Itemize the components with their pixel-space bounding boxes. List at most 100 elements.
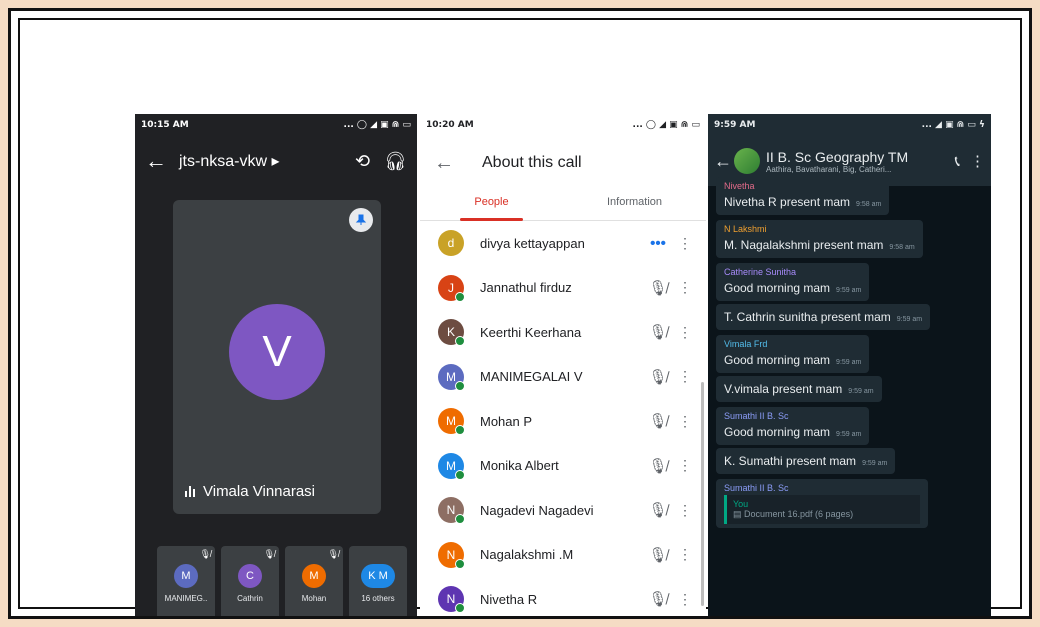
add-call-icon[interactable]: 📞︎ [955, 153, 960, 170]
online-dot [455, 558, 465, 569]
participant-thumbnails: 🎙︎̸ M MANIMEG.. 🎙︎̸ C Cathrin 🎙︎̸ M Moha… [157, 546, 407, 616]
participant-avatar: N [438, 497, 465, 525]
tab-information[interactable]: Information [563, 190, 706, 220]
participant-avatar: M [438, 408, 465, 436]
participant-avatar: V [229, 304, 325, 400]
message-time: 9:59 am [896, 316, 923, 323]
muted-mic-icon: 🎙︎̸ [648, 546, 668, 564]
message-sender: Sumathi II B. Sc [724, 411, 789, 421]
message-time: 9:59 am [836, 359, 862, 366]
participant-avatar: M [438, 363, 465, 391]
message-sender: Catherine Sunitha [724, 267, 797, 277]
participant-row[interactable]: N Nagalakshmi .M 🎙︎̸ ⋮ [420, 533, 706, 578]
outer-frame: 10:15 AM ... ◯ ◢ ▣ ⋒ ▭ ← jts-nksa-vkw ▸ … [8, 8, 1032, 619]
muted-mic-icon: 🎙︎̸ [648, 413, 668, 431]
message-text: Nivetha R present mam [724, 195, 851, 209]
status-time: 10:15 AM [141, 120, 189, 130]
participant-row[interactable]: J Jannathul firduz 🎙︎̸ ⋮ [420, 266, 706, 311]
switch-camera-icon[interactable]: ⟲ [355, 151, 370, 172]
pin-icon[interactable] [349, 208, 373, 232]
participant-name: Mohan P [480, 413, 533, 429]
scrollbar[interactable] [701, 382, 704, 606]
tab-people[interactable]: People [420, 190, 563, 221]
message-bubble[interactable]: N Lakshmi M. Nagalakshmi present mam 9:58 … [716, 220, 923, 258]
group-avatar[interactable] [734, 148, 760, 174]
message-time: 9:59 am [836, 287, 862, 294]
participant-row[interactable]: d divya kettayappan ••• ⋮ [420, 221, 706, 266]
chat-title[interactable]: II B. Sc Geography TM Aathira, Bavathara… [766, 149, 945, 174]
online-dot [455, 514, 465, 525]
thumbnail[interactable]: 🎙︎̸ M Mohan [285, 546, 343, 616]
more-options-icon[interactable]: ⋮ [678, 457, 692, 474]
thumbnail-label: MANIMEG.. [164, 594, 208, 603]
back-arrow-icon[interactable]: ← [714, 151, 732, 172]
status-time: 9:59 AM [714, 120, 756, 130]
message-bubble[interactable]: Vimala Frd Good morning mam 9:59 am [716, 335, 870, 373]
participant-avatar: d [438, 230, 464, 257]
participant-row[interactable]: N Nivetha R 🎙︎̸ ⋮ [420, 577, 706, 616]
online-dot [455, 291, 465, 302]
message-bubble[interactable]: Catherine Sunitha Good morning mam 9:59 am [716, 263, 870, 301]
message-text: Good morning mam [724, 425, 831, 439]
participant-name: Nagadevi Nagadevi [480, 502, 594, 518]
message-sender: Nivetha [724, 181, 755, 191]
more-options-icon[interactable]: ⋮ [678, 591, 692, 608]
more-options-icon[interactable]: ⋮ [678, 279, 692, 296]
message-sender: N Lakshmi [724, 224, 767, 234]
more-options-icon[interactable]: ⋮ [678, 546, 692, 563]
thumbnail[interactable]: 🎙︎̸ C Cathrin [221, 546, 279, 616]
message-bubble[interactable]: Sumathi II B. Sc Good morning mam 9:59 am [716, 407, 870, 445]
participant-name: MANIMEGALAI V [480, 369, 583, 385]
online-dot [455, 425, 465, 436]
document-icon: ▤ [733, 509, 745, 519]
message-time: 9:59 am [836, 431, 862, 438]
participant-name: Nagalakshmi .M [480, 547, 574, 563]
participant-avatar: K [438, 319, 465, 347]
main-participant-tile[interactable]: V Vimala Vinnarasi [173, 200, 381, 514]
muted-mic-icon: 🎙︎̸ [263, 549, 275, 559]
participant-name: Monika Albert [480, 458, 559, 474]
whatsapp-screenshot: 9:59 AM ... ◢ ▣ ⋒ ▭ ϟ ← II B. Sc Geograp… [708, 114, 991, 616]
quoted-message[interactable]: You ▤ Document 16.pdf (6 pages) [724, 495, 920, 524]
message-bubble[interactable]: Sumathi II B. Sc You ▤ Document 16.pdf (… [716, 479, 928, 528]
participant-avatar: N [438, 586, 465, 614]
more-options-icon[interactable]: ⋮ [678, 502, 692, 519]
message-sender: Sumathi II B. Sc [724, 483, 789, 493]
message-text: T. Cathrin sunitha present mam [724, 310, 891, 324]
page-title: About this call [482, 154, 582, 171]
speaking-indicator-icon [185, 486, 195, 497]
back-arrow-icon[interactable]: ← [434, 152, 482, 175]
online-dot [455, 469, 465, 480]
more-options-icon[interactable]: ⋮ [970, 152, 985, 170]
back-arrow-icon[interactable]: ← [145, 148, 179, 174]
participant-row[interactable]: K Keerthi Keerhana 🎙︎̸ ⋮ [420, 310, 706, 355]
message-time: 9:58 am [856, 201, 882, 208]
message-bubble[interactable]: Nivetha Nivetha R present mam 9:58 am [716, 177, 890, 215]
participant-row[interactable]: N Nagadevi Nagadevi 🎙︎̸ ⋮ [420, 488, 706, 533]
thumbnail-others[interactable]: K M 16 others [349, 546, 407, 616]
participant-row[interactable]: M Monika Albert 🎙︎̸ ⋮ [420, 444, 706, 489]
meet-screenshot: 10:15 AM ... ◯ ◢ ▣ ⋒ ▭ ← jts-nksa-vkw ▸ … [135, 114, 417, 616]
message-text: V.vimala present mam [724, 382, 843, 396]
message-bubble[interactable]: V.vimala present mam 9:59 am [716, 376, 882, 402]
participant-avatar: M [438, 452, 465, 480]
thumbnail[interactable]: 🎙︎̸ M MANIMEG.. [157, 546, 215, 616]
more-options-icon[interactable]: ⋮ [678, 235, 692, 252]
participant-row[interactable]: M MANIMEGALAI V 🎙︎̸ ⋮ [420, 355, 706, 400]
more-options-icon[interactable]: ⋮ [678, 368, 692, 385]
headphones-icon[interactable]: 🎧︎ [384, 151, 407, 172]
muted-mic-icon: 🎙︎̸ [199, 549, 211, 559]
meeting-code[interactable]: jts-nksa-vkw ▸ [179, 151, 341, 171]
online-dot [455, 380, 465, 391]
participant-name: Jannathul firduz [480, 280, 572, 296]
more-options-icon[interactable]: ⋮ [678, 324, 692, 341]
participant-row[interactable]: M Mohan P 🎙︎̸ ⋮ [420, 399, 706, 444]
message-list: Nivetha Nivetha R present mam 9:58 am N Lak… [708, 172, 991, 474]
more-options-icon[interactable]: ⋮ [678, 413, 692, 430]
muted-mic-icon: 🎙︎̸ [327, 549, 339, 559]
quote-document-name: Document 16.pdf (6 pages) [744, 509, 854, 519]
message-bubble[interactable]: K. Sumathi present mam 9:59 am [716, 448, 896, 474]
people-list: d divya kettayappan ••• ⋮ J Jannathul firduz 🎙… [420, 221, 706, 616]
message-bubble[interactable]: T. Cathrin sunitha present mam 9:59 am [716, 304, 931, 330]
others-avatars: K M [361, 564, 395, 588]
